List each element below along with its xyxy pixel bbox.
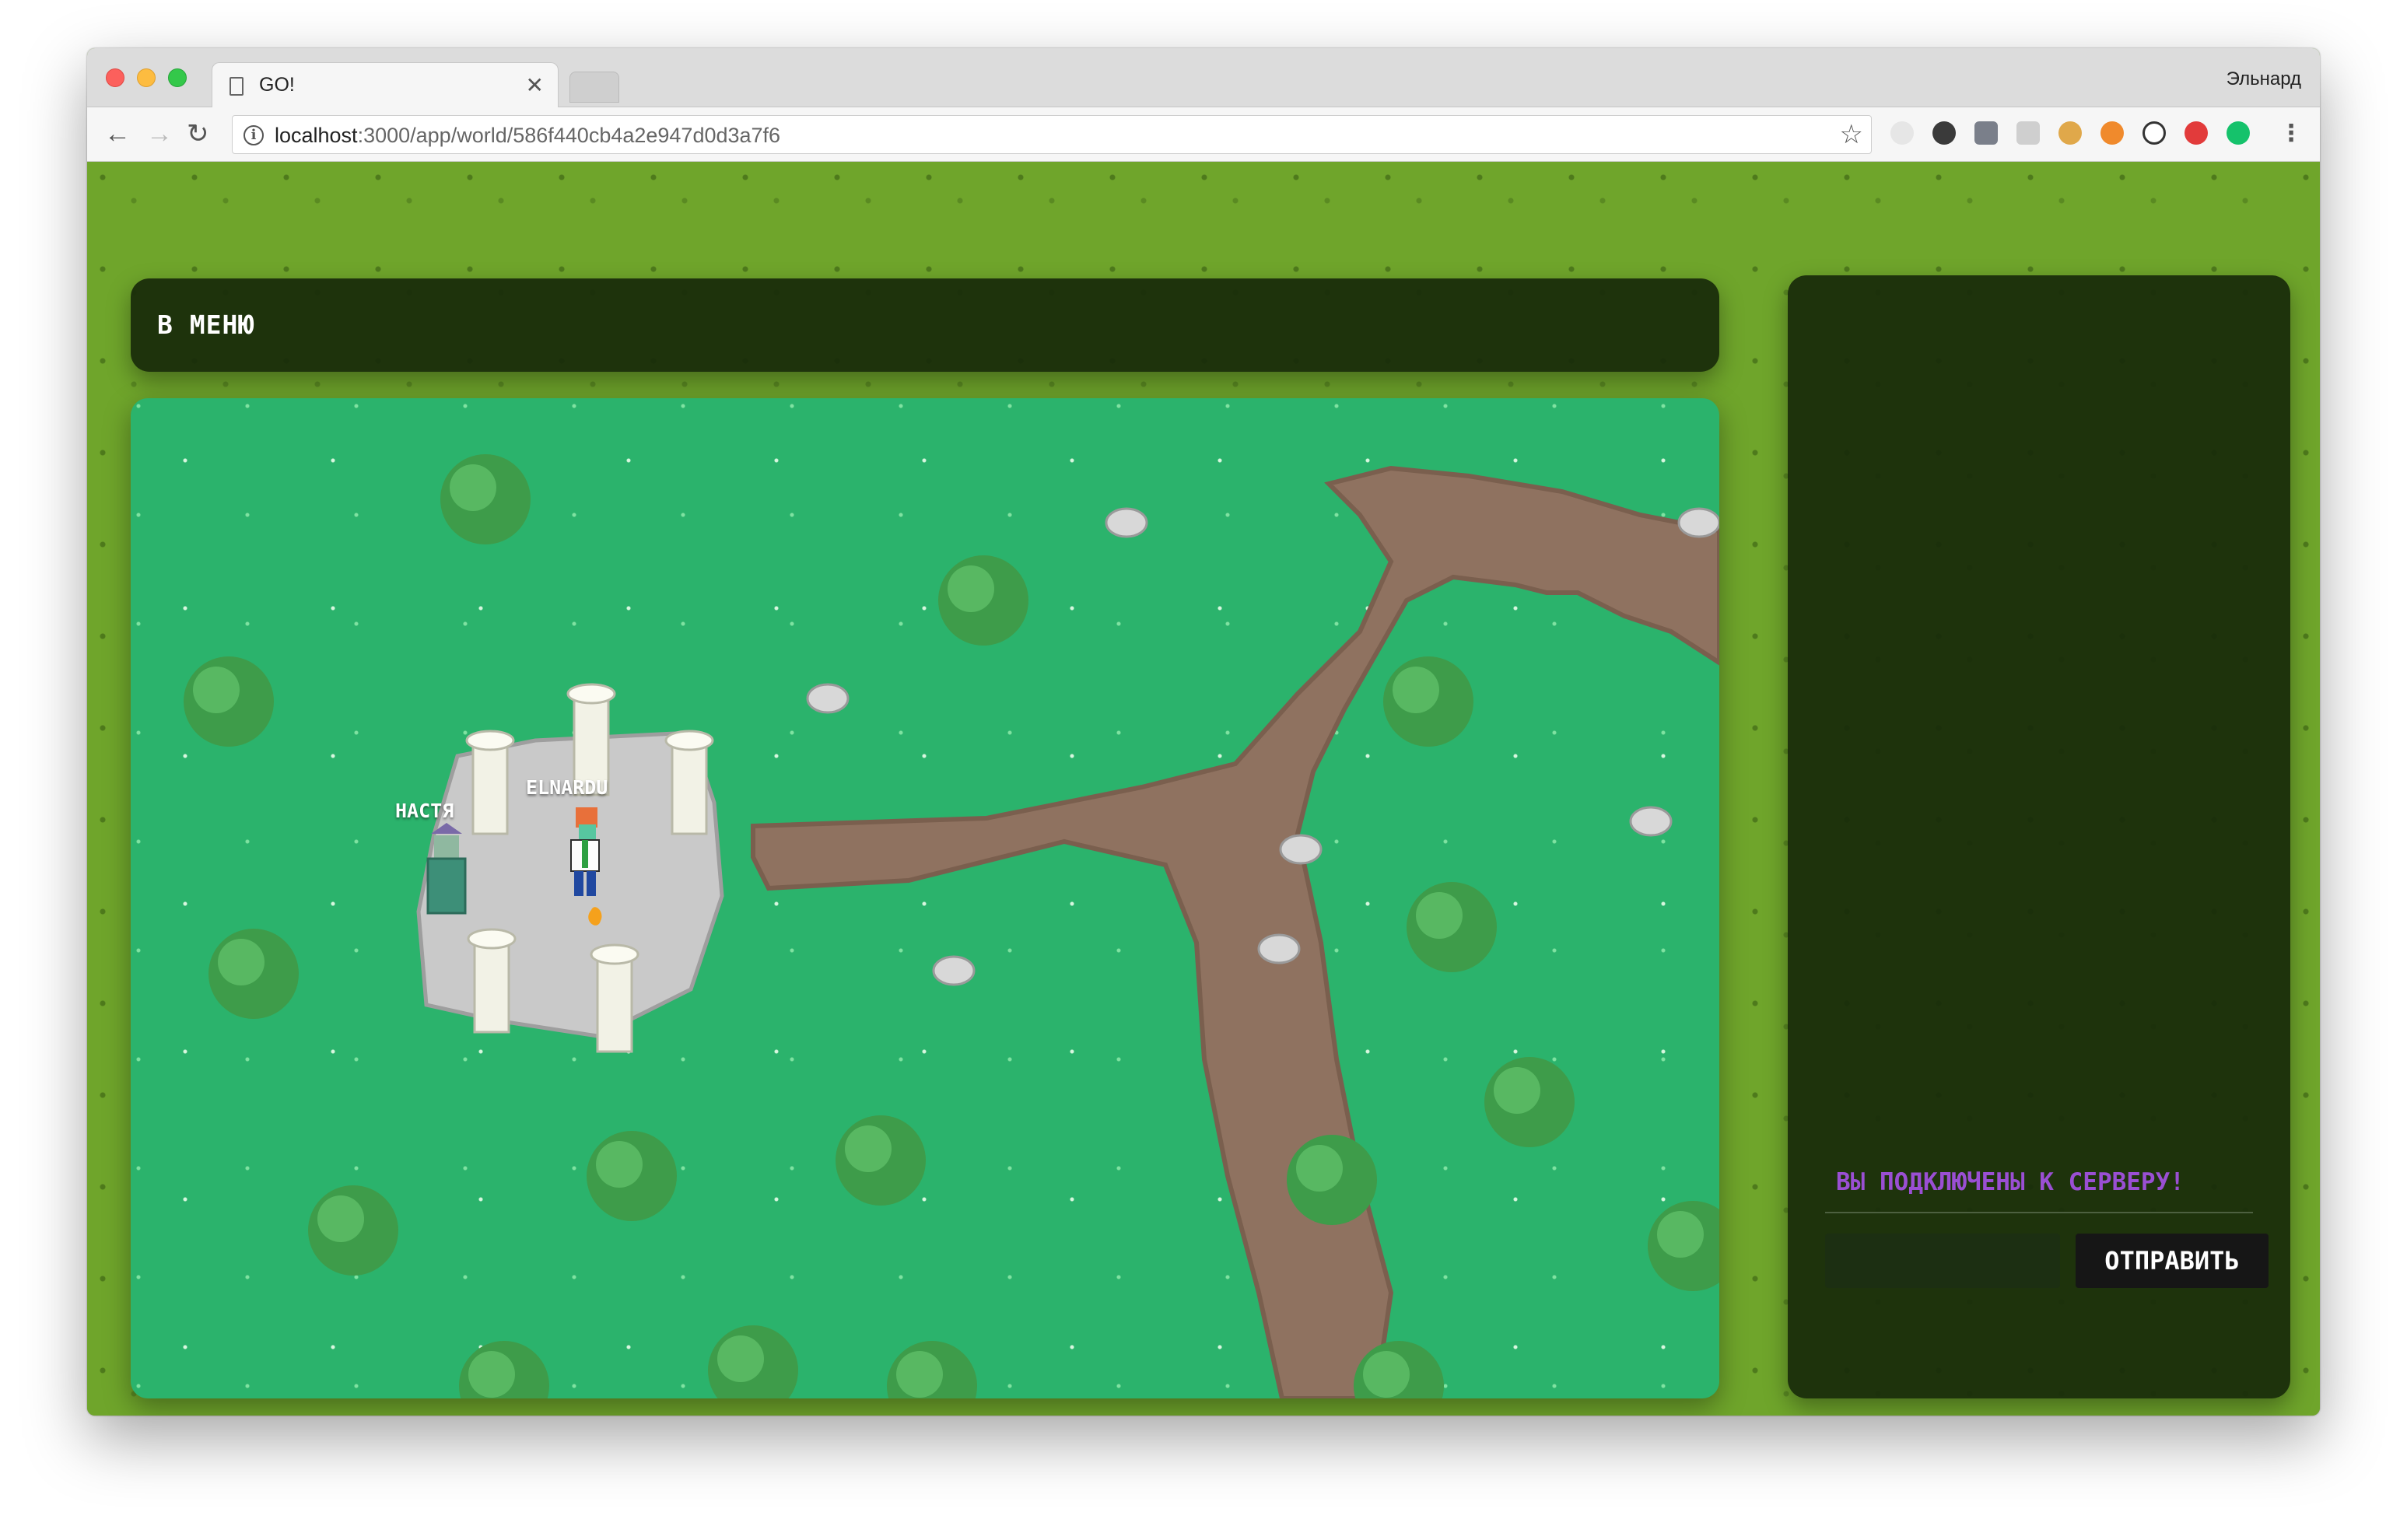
send-button[interactable]: ОТПРАВИТЬ [2076, 1234, 2269, 1288]
extension-icon[interactable] [1890, 121, 1914, 145]
maximize-window-button[interactable] [168, 68, 187, 87]
player-name-label: ELNARDU [526, 776, 608, 799]
close-window-button[interactable] [106, 68, 124, 87]
tab-bar: GO! ✕ Эльнард [87, 48, 2320, 109]
tree [708, 1325, 798, 1398]
address-bar[interactable]: i localhost:3000/app/world/586f440cb4a2e… [232, 115, 1872, 154]
extension-icon[interactable] [2100, 121, 2124, 145]
browser-window: GO! ✕ Эльнард ← → ↻ i localhost:3000/app… [87, 48, 2320, 1416]
page-icon [229, 77, 244, 96]
url-path: :3000/app/world/586f440cb4a2e947d0d3a7f6 [357, 124, 781, 147]
close-tab-icon[interactable]: ✕ [526, 72, 544, 98]
rock [1629, 806, 1673, 837]
chat-input[interactable] [1825, 1234, 2060, 1288]
tree [587, 1131, 677, 1221]
rock [806, 683, 850, 714]
info-icon[interactable]: i [244, 125, 264, 145]
minimize-window-button[interactable] [137, 68, 156, 87]
tree [1484, 1057, 1575, 1147]
game-canvas[interactable]: НАСТЯ ELNARDU [131, 398, 1719, 1398]
cookie-icon[interactable] [2058, 121, 2082, 145]
chat-divider [1825, 1212, 2253, 1213]
stone-pillar [664, 730, 714, 835]
back-icon[interactable]: ← [104, 118, 131, 149]
extension-icon[interactable] [2185, 121, 2208, 145]
tree [308, 1185, 398, 1276]
extension-icon[interactable] [2142, 121, 2166, 145]
new-tab-button[interactable] [569, 72, 619, 103]
tree [459, 1341, 549, 1398]
page-content: В МЕНЮ НАСТЯ ELNARDU ВЫ ПОДКЛЮЧЕНЫ К СЕР… [87, 162, 2320, 1416]
tab-active[interactable]: GO! ✕ [212, 62, 559, 109]
tree [184, 656, 274, 747]
url-host: localhost [275, 124, 358, 147]
tree [208, 929, 299, 1019]
tree [440, 454, 531, 544]
chat-panel: ВЫ ПОДКЛЮЧЕНЫ К СЕРВЕРУ! ОТПРАВИТЬ [1788, 275, 2290, 1398]
stone-pillar [590, 943, 639, 1053]
tree [887, 1341, 977, 1398]
more-icon[interactable]: ⋮ [2279, 120, 2303, 147]
rock [1677, 507, 1719, 538]
browser-toolbar: ← → ↻ i localhost:3000/app/world/586f440… [87, 107, 2320, 162]
rock [1105, 507, 1148, 538]
grammarly-icon[interactable] [2227, 121, 2250, 145]
reload-icon[interactable]: ↻ [187, 118, 209, 149]
menu-button[interactable]: В МЕНЮ [157, 310, 254, 340]
game-world[interactable] [131, 398, 1719, 1398]
shield-icon[interactable] [1974, 121, 1998, 145]
stone-pillar [467, 928, 517, 1034]
dirt-path [751, 465, 1719, 1398]
tree [1648, 1201, 1719, 1291]
forward-icon[interactable]: → [146, 118, 173, 149]
rock [1257, 933, 1301, 964]
tree [1383, 656, 1473, 747]
extension-icon[interactable] [1932, 121, 1956, 145]
tree [1407, 882, 1497, 972]
rock [1279, 834, 1323, 865]
tree [938, 555, 1028, 646]
tree [836, 1115, 926, 1206]
chat-status-message: ВЫ ПОДКЛЮЧЕНЫ К СЕРВЕРУ! [1836, 1168, 2185, 1196]
tree [1287, 1135, 1377, 1225]
player-name-label: НАСТЯ [395, 800, 454, 822]
tab-title: GO! [259, 74, 295, 96]
rock [932, 955, 976, 986]
stone-pillar [465, 730, 515, 835]
url-text[interactable]: localhost:3000/app/world/586f440cb4a2e94… [275, 124, 780, 148]
top-menu-bar: В МЕНЮ [131, 278, 1719, 372]
extension-icon[interactable] [2016, 121, 2040, 145]
profile-name[interactable]: Эльнард [2227, 68, 2301, 90]
star-icon[interactable]: ☆ [1840, 119, 1863, 150]
